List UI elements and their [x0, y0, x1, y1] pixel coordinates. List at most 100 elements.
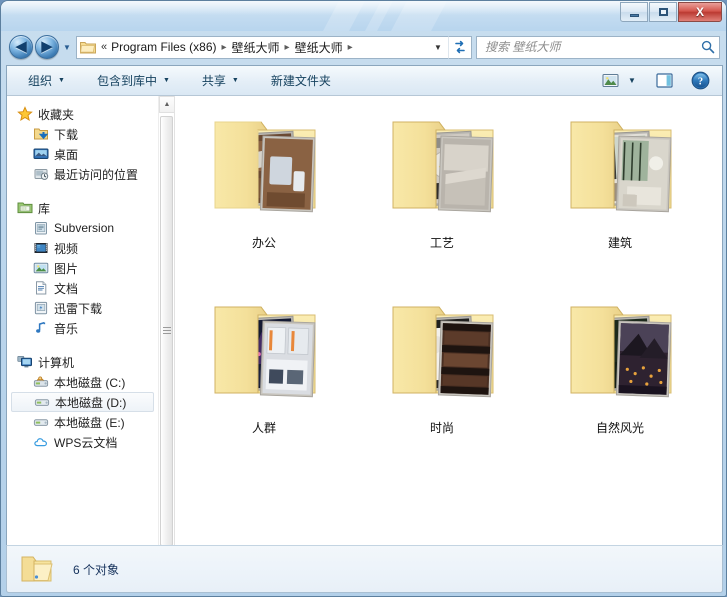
- sidebar-item-drive-c[interactable]: 本地磁盘 (C:): [7, 372, 158, 392]
- system-drive-icon: [33, 374, 49, 390]
- list-item[interactable]: 时尚: [353, 289, 531, 474]
- recent-places-icon: [33, 166, 49, 182]
- command-bar-right: ▼ ?: [598, 70, 722, 92]
- sidebar-item-favorites[interactable]: 收藏夹: [7, 104, 158, 124]
- forward-button[interactable]: ▶: [35, 35, 59, 59]
- file-name: 工艺: [429, 236, 454, 250]
- chevron-down-icon: ▼: [231, 77, 239, 84]
- close-button[interactable]: X: [678, 2, 722, 22]
- change-view-dropdown-button[interactable]: ▼: [624, 70, 640, 92]
- list-item[interactable]: 工艺: [353, 104, 531, 289]
- back-icon: ◀: [15, 37, 27, 55]
- sidebar-item-label: 图片: [54, 261, 79, 276]
- content-split: 收藏夹 下载 桌面 最近访问的位置 库 Subversion 视频 图片 文档 …: [7, 96, 722, 592]
- sidebar-item-downloads[interactable]: 下载: [7, 124, 158, 144]
- breadcrumb-overflow[interactable]: «: [101, 41, 107, 53]
- folder-icon: [19, 553, 55, 585]
- address-dropdown-button[interactable]: ▼: [430, 37, 446, 58]
- organize-button[interactable]: 组织 ▼: [19, 68, 74, 93]
- list-item[interactable]: 建筑: [531, 104, 709, 289]
- chevron-down-icon: ▼: [434, 42, 442, 52]
- search-input[interactable]: [485, 40, 701, 54]
- address-bar: ◀ ▶ ▼ « Program Files (x86) ▸ 壁纸大师 ▸ 壁纸大…: [9, 34, 720, 60]
- sidebar-item-label: Subversion: [54, 221, 115, 235]
- refresh-button[interactable]: [448, 35, 472, 59]
- new-folder-button[interactable]: 新建文件夹: [262, 68, 340, 93]
- sidebar-item-wps-cloud[interactable]: WPS云文档: [7, 432, 158, 452]
- navigation-tree: 收藏夹 下载 桌面 最近访问的位置 库 Subversion 视频 图片 文档 …: [7, 96, 158, 592]
- share-button[interactable]: 共享 ▼: [193, 68, 248, 93]
- file-name: 自然风光: [595, 421, 644, 435]
- sidebar-item-label: 视频: [54, 241, 79, 256]
- sidebar-item-desktop[interactable]: 桌面: [7, 144, 158, 164]
- sidebar-item-videos[interactable]: 视频: [7, 238, 158, 258]
- include-in-library-button[interactable]: 包含到库中 ▼: [88, 68, 179, 93]
- change-view-button[interactable]: [598, 70, 622, 92]
- list-item[interactable]: 人群: [175, 289, 353, 474]
- sidebar-item-label: WPS云文档: [54, 435, 118, 450]
- sidebar-item-thunder-download[interactable]: 迅雷下载: [7, 298, 158, 318]
- list-item[interactable]: 自然风光: [531, 289, 709, 474]
- file-name: 办公: [251, 236, 276, 250]
- preview-pane-button[interactable]: [652, 70, 676, 92]
- sidebar-item-libraries[interactable]: 库: [7, 198, 158, 218]
- breadcrumb-separator[interactable]: ▸: [221, 42, 226, 53]
- sidebar-item-label: 文档: [54, 281, 79, 296]
- sidebar-item-label: 本地磁盘 (D:): [55, 395, 127, 410]
- computer-icon: [17, 354, 33, 370]
- new-folder-label: 新建文件夹: [270, 74, 331, 88]
- chevron-down-icon: ▼: [58, 77, 65, 84]
- breadcrumb-separator[interactable]: ▸: [285, 42, 290, 53]
- thunder-download-icon: [33, 300, 49, 316]
- sidebar-item-pictures[interactable]: 图片: [7, 258, 158, 278]
- sidebar-item-label: 桌面: [54, 147, 79, 162]
- breadcrumb-crumb-1[interactable]: 壁纸大师: [232, 39, 280, 56]
- scrollbar-thumb[interactable]: [160, 116, 173, 546]
- folder-icon: [80, 40, 96, 54]
- sidebar-item-computer[interactable]: 计算机: [7, 352, 158, 372]
- folder-thumbnail-icon: [201, 112, 327, 224]
- drive-icon: [34, 394, 50, 410]
- pictures-icon: [33, 260, 49, 276]
- music-icon: [33, 320, 49, 336]
- sidebar-item-subversion[interactable]: Subversion: [7, 218, 158, 238]
- breadcrumb-separator[interactable]: ▸: [348, 42, 353, 53]
- file-name: 人群: [251, 421, 276, 435]
- search-icon[interactable]: [701, 40, 715, 54]
- sidebar-item-documents[interactable]: 文档: [7, 278, 158, 298]
- maximize-icon: [658, 8, 668, 16]
- breadcrumb[interactable]: « Program Files (x86) ▸ 壁纸大师 ▸ 壁纸大师 ▸ ▼: [76, 35, 448, 59]
- breadcrumb-crumb-0[interactable]: Program Files (x86): [111, 40, 216, 54]
- sidebar-item-drive-e[interactable]: 本地磁盘 (E:): [7, 412, 158, 432]
- share-label: 共享: [201, 74, 226, 88]
- status-bar: 6 个对象: [6, 545, 723, 593]
- include-in-library-label: 包含到库中: [96, 74, 157, 88]
- sidebar-item-drive-d[interactable]: 本地磁盘 (D:): [11, 392, 154, 412]
- breadcrumb-crumb-2[interactable]: 壁纸大师: [295, 39, 343, 56]
- nav-group-computer: 计算机 本地磁盘 (C:) 本地磁盘 (D:) 本地磁盘 (E:) WPS云文档: [7, 352, 158, 452]
- folder-thumbnail-icon: [379, 112, 505, 224]
- downloads-icon: [33, 126, 49, 142]
- explorer-window: X ◀ ▶ ▼ « Program Files (x86) ▸ 壁纸大师 ▸ 壁…: [0, 0, 727, 597]
- svg-text:?: ?: [697, 77, 702, 88]
- folder-thumbnail-icon: [201, 297, 327, 409]
- minimize-button[interactable]: [620, 2, 648, 22]
- organize-label: 组织: [28, 74, 53, 88]
- library-folder-icon: [33, 220, 49, 236]
- sidebar-item-recent-places[interactable]: 最近访问的位置: [7, 164, 158, 184]
- maximize-button[interactable]: [649, 2, 677, 22]
- help-button[interactable]: ?: [688, 70, 712, 92]
- command-bar: 组织 ▼ 包含到库中 ▼ 共享 ▼ 新建文件夹 ▼ ?: [7, 66, 722, 96]
- chevron-down-icon: ▼: [63, 42, 71, 52]
- back-button[interactable]: ◀: [9, 35, 33, 59]
- scroll-up-button[interactable]: ▲: [159, 96, 174, 113]
- navigation-scrollbar[interactable]: ▲ ▼: [158, 96, 174, 592]
- video-icon: [33, 240, 49, 256]
- list-item[interactable]: 办公: [175, 104, 353, 289]
- sidebar-item-music[interactable]: 音乐: [7, 318, 158, 338]
- file-name: 建筑: [607, 236, 632, 250]
- file-list[interactable]: 办公 工艺 建筑 人群 时尚 自然风光: [175, 96, 722, 592]
- history-dropdown-button[interactable]: ▼: [60, 35, 74, 59]
- search-box[interactable]: [476, 35, 720, 59]
